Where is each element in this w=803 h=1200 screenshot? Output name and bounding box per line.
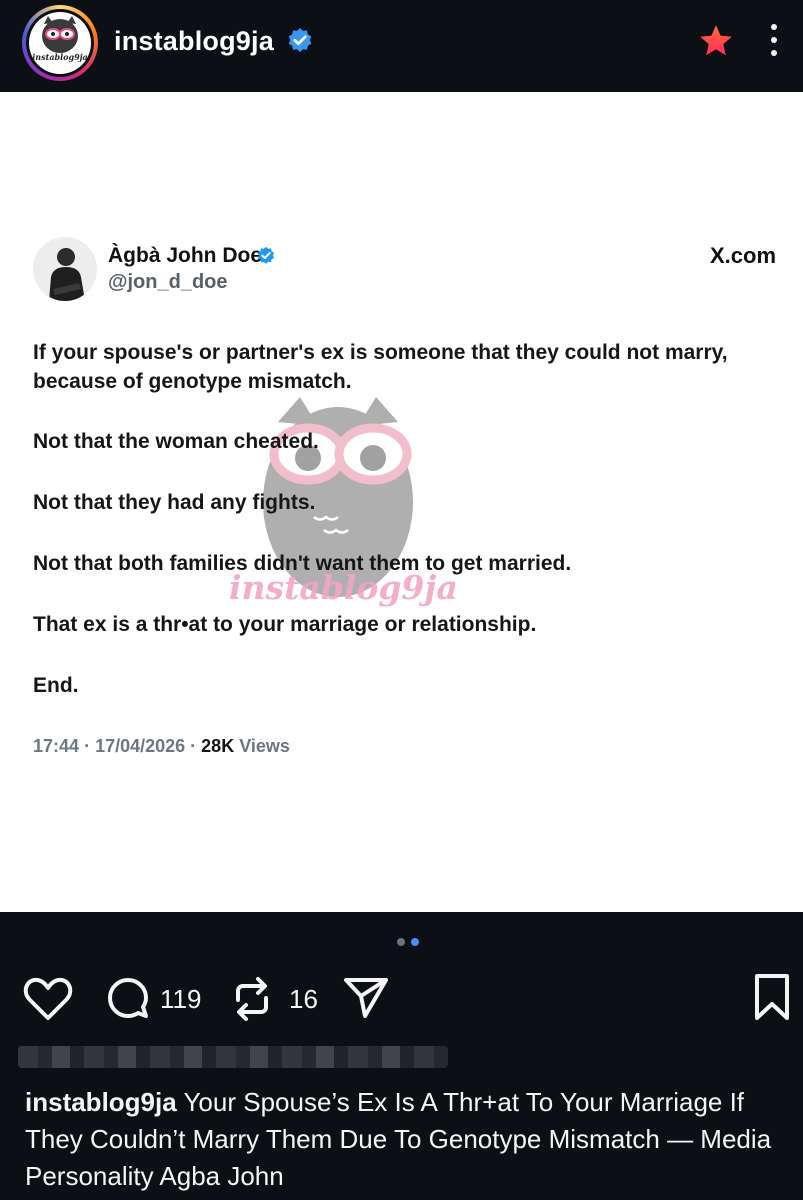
comments-count[interactable]: 119 — [160, 984, 201, 1015]
tweet-meta: 17:44 · 17/04/2026 · 28K Views — [33, 736, 290, 756]
post-image[interactable]: Àgbà John Doe @jon_d_doe X.com instablog… — [0, 92, 803, 912]
tweet-time: 17:44 — [33, 736, 80, 756]
tweet-paragraph: Not that they had any fights. — [33, 491, 316, 514]
redacted-liked-by — [18, 1046, 448, 1068]
caption-username[interactable]: instablog9ja — [25, 1087, 177, 1117]
tweet-source: X.com — [710, 243, 777, 268]
heart-icon[interactable] — [22, 976, 74, 1022]
repost-icon[interactable] — [230, 974, 274, 1024]
post-header: instablog9ja instablog9ja — [0, 0, 803, 92]
comment-icon[interactable] — [104, 976, 152, 1024]
profile-avatar[interactable]: instablog9ja — [22, 5, 98, 81]
tweet-views-count: 28K — [201, 736, 235, 756]
tweet-views-label: Views — [239, 736, 290, 756]
carousel-dot-active — [411, 938, 419, 946]
share-icon[interactable] — [342, 976, 390, 1020]
tweet-paragraph: End. — [33, 674, 79, 697]
tweet-paragraph: Not that the woman cheated. — [33, 430, 319, 453]
star-icon[interactable] — [697, 22, 735, 60]
owl-logo-icon — [42, 16, 78, 53]
tweet-verified-icon — [257, 246, 275, 264]
avatar-logo-text: instablog9ja — [32, 52, 88, 62]
tweet-date: 17/04/2026 — [95, 736, 186, 756]
tweet-paragraph: That ex is a thr•at to your marriage or … — [33, 613, 537, 636]
carousel-indicator — [396, 936, 426, 948]
tweet-author-name: Àgbà John Doe — [108, 244, 263, 267]
tweet-author-handle: @jon_d_doe — [108, 271, 228, 293]
bookmark-icon[interactable] — [752, 972, 792, 1022]
carousel-dot — [397, 938, 405, 946]
tweet-author-avatar — [33, 237, 97, 301]
post-username[interactable]: instablog9ja — [114, 26, 274, 57]
tweet-paragraph: If your spouse's or partner's ex is some… — [33, 341, 728, 393]
tweet-paragraph: Not that both families didn't want them … — [33, 552, 572, 575]
verified-badge-icon — [288, 28, 312, 52]
reposts-count[interactable]: 16 — [289, 984, 318, 1015]
more-options-icon[interactable] — [764, 18, 784, 66]
post-caption: instablog9ja Your Spouse’s Ex Is A Thr+a… — [25, 1084, 795, 1195]
